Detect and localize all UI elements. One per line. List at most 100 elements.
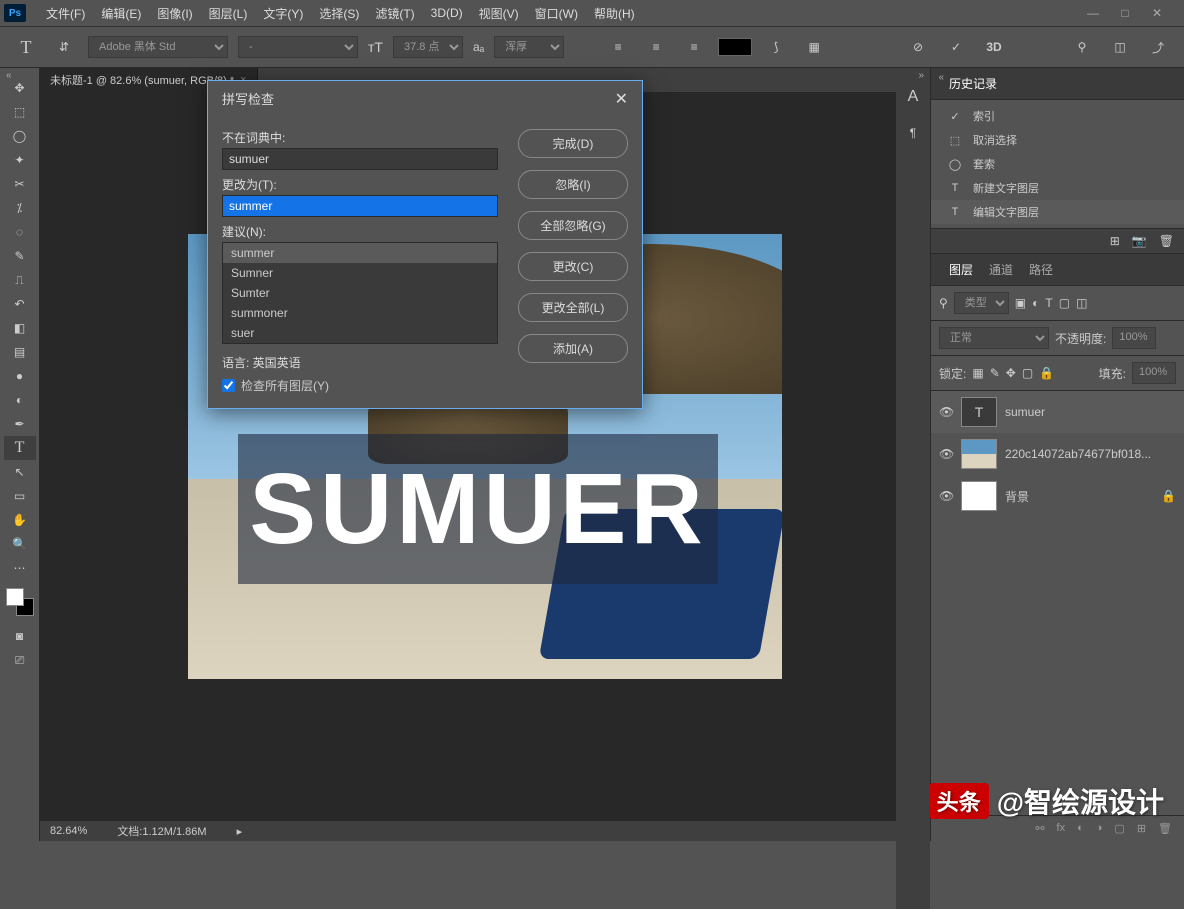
history-tab[interactable]: 历史记录 bbox=[941, 73, 1005, 94]
layer-name[interactable]: sumuer bbox=[1005, 405, 1045, 419]
layers-tab[interactable]: 图层 bbox=[941, 259, 981, 280]
suggestion-item[interactable]: summer bbox=[223, 243, 497, 263]
suggestion-item[interactable]: summary bbox=[223, 343, 497, 344]
visibility-icon[interactable]: 👁 bbox=[939, 447, 953, 461]
menu-edit[interactable]: 编辑(E) bbox=[93, 1, 149, 26]
history-item[interactable]: ◯套索 bbox=[931, 152, 1184, 176]
workspace-icon[interactable]: ◫ bbox=[1106, 33, 1134, 61]
visibility-icon[interactable]: 👁 bbox=[939, 489, 953, 503]
zoom-level[interactable]: 82.64% bbox=[50, 825, 87, 837]
blur-tool[interactable]: ● bbox=[4, 364, 36, 388]
menu-help[interactable]: 帮助(H) bbox=[586, 1, 643, 26]
menu-view[interactable]: 视图(V) bbox=[471, 1, 527, 26]
channels-tab[interactable]: 通道 bbox=[981, 259, 1021, 280]
font-family-select[interactable]: Adobe 黑体 Std bbox=[88, 36, 228, 58]
layer-thumbnail[interactable] bbox=[961, 481, 997, 511]
lasso-tool[interactable]: ◯ bbox=[4, 124, 36, 148]
filter-shape-icon[interactable]: ▢ bbox=[1059, 296, 1070, 310]
menu-layer[interactable]: 图层(L) bbox=[201, 1, 256, 26]
doc-size[interactable]: 文档:1.12M/1.86M bbox=[117, 823, 206, 839]
marquee-tool[interactable]: ⬚ bbox=[4, 100, 36, 124]
filter-smart-icon[interactable]: ◫ bbox=[1076, 296, 1087, 310]
layer-thumbnail[interactable] bbox=[961, 439, 997, 469]
3d-icon[interactable]: 3D bbox=[980, 33, 1008, 61]
char-panel-icon[interactable]: ▦ bbox=[800, 33, 828, 61]
filter-kind-select[interactable]: 类型 bbox=[954, 292, 1009, 314]
align-right-icon[interactable]: ≡ bbox=[680, 33, 708, 61]
share-icon[interactable]: ⤴ bbox=[1144, 33, 1172, 61]
check-all-layers-checkbox[interactable]: 检查所有图层(Y) bbox=[222, 377, 498, 394]
new-snapshot-icon[interactable]: ⊞ bbox=[1110, 234, 1120, 248]
layer-row[interactable]: 👁 背景 🔒 bbox=[931, 475, 1184, 517]
align-center-icon[interactable]: ≡ bbox=[642, 33, 670, 61]
history-brush-tool[interactable]: ↶ bbox=[4, 292, 36, 316]
delete-icon[interactable]: 🗑 bbox=[1158, 822, 1172, 835]
maximize-button[interactable]: □ bbox=[1118, 6, 1132, 20]
layer-thumbnail[interactable]: T bbox=[961, 397, 997, 427]
cancel-icon[interactable]: ⊘ bbox=[904, 33, 932, 61]
menu-type[interactable]: 文字(Y) bbox=[255, 1, 311, 26]
group-icon[interactable]: ▢ bbox=[1114, 822, 1124, 835]
menu-filter[interactable]: 滤镜(T) bbox=[367, 1, 422, 26]
dialog-close-icon[interactable]: ✕ bbox=[615, 89, 628, 109]
lock-all-icon[interactable]: 🔒 bbox=[1039, 366, 1054, 380]
warp-text-icon[interactable]: ⟆ bbox=[762, 33, 790, 61]
panels-collapse-icon[interactable]: « bbox=[938, 72, 944, 83]
zoom-tool[interactable]: 🔍 bbox=[4, 532, 36, 556]
filter-kind-icon[interactable]: ⚲ bbox=[939, 296, 948, 310]
fg-color[interactable] bbox=[6, 588, 24, 606]
link-icon[interactable]: ⚯ bbox=[1035, 822, 1044, 835]
clone-tool[interactable]: ⎍ bbox=[4, 268, 36, 292]
ignore-button[interactable]: 忽略(I) bbox=[518, 170, 628, 199]
add-button[interactable]: 添加(A) bbox=[518, 334, 628, 363]
filter-adjust-icon[interactable]: ◐ bbox=[1032, 296, 1039, 310]
minimize-button[interactable]: — bbox=[1086, 6, 1100, 20]
character-panel-icon[interactable]: A bbox=[908, 88, 919, 106]
layer-row[interactable]: 👁 T sumuer bbox=[931, 391, 1184, 433]
quickmask-tool[interactable]: ◙ bbox=[4, 624, 36, 648]
commit-icon[interactable]: ✓ bbox=[942, 33, 970, 61]
magic-wand-tool[interactable]: ✦ bbox=[4, 148, 36, 172]
screenmode-tool[interactable]: ⎚ bbox=[4, 648, 36, 672]
menu-3d[interactable]: 3D(D) bbox=[423, 2, 471, 24]
suggestion-item[interactable]: Sumter bbox=[223, 283, 497, 303]
text-orientation-icon[interactable]: ⇵ bbox=[50, 33, 78, 61]
pen-tool[interactable]: ✒ bbox=[4, 412, 36, 436]
menu-image[interactable]: 图像(I) bbox=[149, 1, 200, 26]
fx-icon[interactable]: fx bbox=[1057, 822, 1066, 835]
align-left-icon[interactable]: ≡ bbox=[604, 33, 632, 61]
menu-file[interactable]: 文件(F) bbox=[38, 1, 93, 26]
history-item[interactable]: T编辑文字图层 bbox=[931, 200, 1184, 224]
new-layer-icon[interactable]: ⊞ bbox=[1137, 822, 1146, 835]
close-button[interactable]: ✕ bbox=[1150, 6, 1164, 20]
layer-name[interactable]: 220c14072ab74677bf018... bbox=[1005, 447, 1151, 461]
change-button[interactable]: 更改(C) bbox=[518, 252, 628, 281]
history-item[interactable]: ✓索引 bbox=[931, 104, 1184, 128]
layer-row[interactable]: 👁 220c14072ab74677bf018... bbox=[931, 433, 1184, 475]
change-to-input[interactable] bbox=[222, 195, 498, 217]
visibility-icon[interactable]: 👁 bbox=[939, 405, 953, 419]
text-color-swatch[interactable] bbox=[718, 38, 752, 56]
menu-select[interactable]: 选择(S) bbox=[311, 1, 367, 26]
color-swatches[interactable] bbox=[6, 588, 34, 616]
lock-trans-icon[interactable]: ▦ bbox=[972, 366, 983, 380]
suggestion-item[interactable]: Sumner bbox=[223, 263, 497, 283]
layer-name[interactable]: 背景 bbox=[1005, 488, 1029, 505]
type-tool-icon[interactable]: T bbox=[12, 33, 40, 61]
opacity-value[interactable]: 100% bbox=[1112, 327, 1156, 349]
ignore-all-button[interactable]: 全部忽略(G) bbox=[518, 211, 628, 240]
dodge-tool[interactable]: ◐ bbox=[4, 388, 36, 412]
rectangle-tool[interactable]: ▭ bbox=[4, 484, 36, 508]
menu-window[interactable]: 窗口(W) bbox=[527, 1, 586, 26]
blend-mode-select[interactable]: 正常 bbox=[939, 327, 1049, 349]
camera-icon[interactable]: 📷 bbox=[1132, 234, 1147, 248]
font-size-select[interactable]: 37.8 点 bbox=[393, 36, 463, 58]
brush-tool[interactable]: ✎ bbox=[4, 244, 36, 268]
check-all-input[interactable] bbox=[222, 379, 235, 392]
healing-tool[interactable]: ◌ bbox=[4, 220, 36, 244]
done-button[interactable]: 完成(D) bbox=[518, 129, 628, 158]
lock-pos-icon[interactable]: ✥ bbox=[1006, 366, 1016, 380]
anti-alias-select[interactable]: 浑厚 bbox=[494, 36, 564, 58]
filter-type-icon[interactable]: T bbox=[1045, 296, 1052, 310]
hand-tool[interactable]: ✋ bbox=[4, 508, 36, 532]
